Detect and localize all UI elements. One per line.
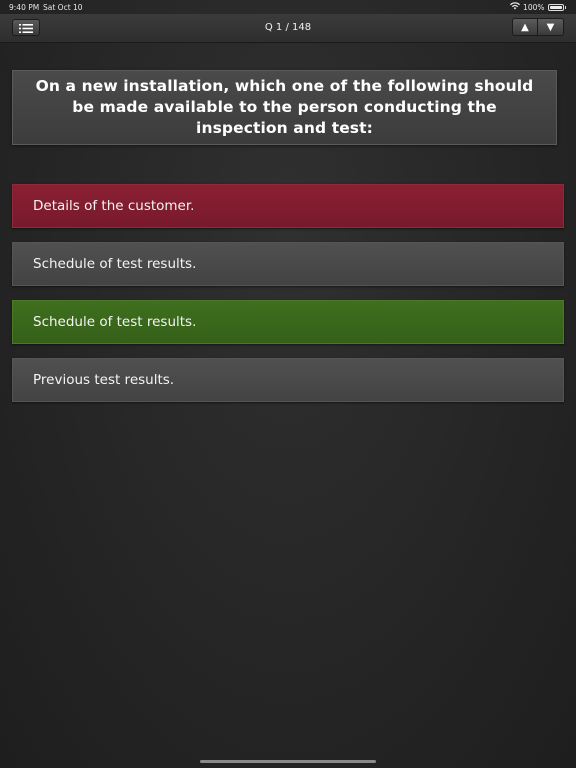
arrow-up-icon: ▲: [521, 21, 529, 33]
status-indicators: 100%: [510, 2, 566, 12]
answer-text: Schedule of test results.: [33, 314, 197, 330]
question-card: On a new installation, which one of the …: [12, 70, 557, 145]
wifi-icon: [510, 2, 521, 12]
answer-option-1[interactable]: Details of the customer.: [12, 184, 564, 228]
answer-text: Details of the customer.: [33, 198, 195, 214]
status-bar: 9:40 PM Sat Oct 10 100%: [0, 0, 576, 14]
answer-text: Previous test results.: [33, 372, 175, 388]
question-navigation: ▲ ▼: [512, 18, 564, 36]
answer-text: Schedule of test results.: [33, 256, 197, 272]
status-time: 9:40 PM: [9, 3, 40, 12]
answer-option-4[interactable]: Previous test results.: [12, 358, 564, 402]
previous-question-button[interactable]: ▲: [512, 18, 538, 36]
battery-icon: [547, 3, 564, 11]
navigation-bar: Q 1 / 148 ▲ ▼: [0, 14, 576, 43]
status-date: Sat Oct 10: [43, 3, 83, 12]
battery-tip: [564, 5, 566, 9]
battery-percent: 100%: [523, 2, 545, 12]
arrow-down-icon: ▼: [546, 21, 555, 33]
question-text: On a new installation, which one of the …: [35, 77, 534, 137]
next-question-button[interactable]: ▼: [538, 18, 564, 36]
answer-option-2[interactable]: Schedule of test results.: [12, 242, 564, 286]
home-indicator[interactable]: [200, 760, 376, 763]
answer-option-3[interactable]: Schedule of test results.: [12, 300, 564, 344]
question-counter: Q 1 / 148: [264, 22, 312, 33]
